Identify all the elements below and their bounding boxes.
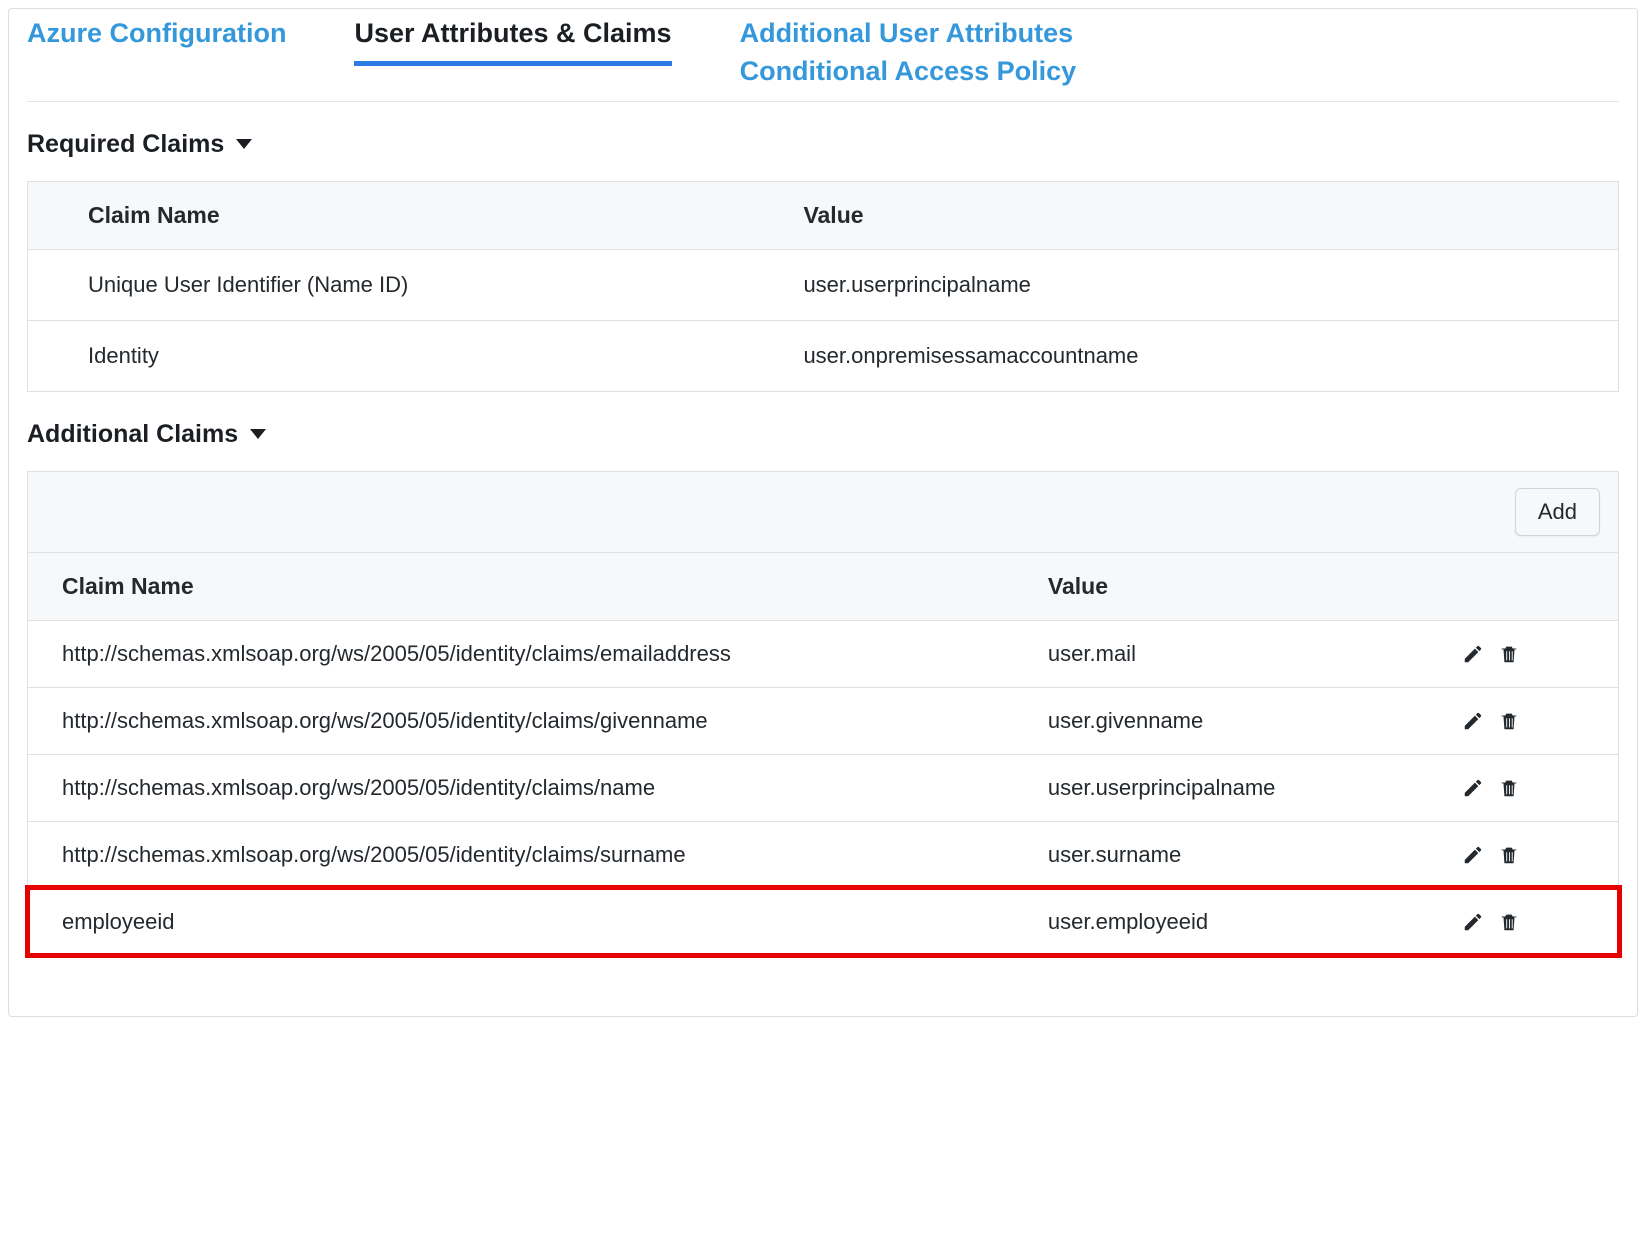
claim-value-cell: user.userprincipalname xyxy=(1014,754,1428,821)
table-row: http://schemas.xmlsoap.org/ws/2005/05/id… xyxy=(28,821,1619,888)
caret-down-icon xyxy=(250,429,266,439)
claim-name-cell: http://schemas.xmlsoap.org/ws/2005/05/id… xyxy=(28,620,1014,687)
column-header-value: Value xyxy=(1014,552,1428,620)
edit-icon[interactable] xyxy=(1462,643,1484,665)
required-claims-title: Required Claims xyxy=(27,130,224,159)
additional-claims-toolbar: Add xyxy=(27,471,1619,552)
edit-icon[interactable] xyxy=(1462,844,1484,866)
required-claims-header[interactable]: Required Claims xyxy=(27,130,1619,159)
claim-value-cell: user.employeeid xyxy=(1014,888,1428,955)
required-claims-table: Claim Name Value Unique User Identifier … xyxy=(27,181,1619,392)
table-header-row: Claim Name Value xyxy=(28,181,1619,249)
tab-additional-conditional[interactable]: Additional User Attributes Conditional A… xyxy=(740,15,1077,101)
table-row: Identity user.onpremisessamaccountname xyxy=(28,320,1619,391)
claim-name-cell: Identity xyxy=(28,320,744,391)
claim-name-cell: employeeid xyxy=(28,888,1014,955)
table-row: http://schemas.xmlsoap.org/ws/2005/05/id… xyxy=(28,620,1619,687)
column-header-claim-name: Claim Name xyxy=(28,181,744,249)
additional-claims-header[interactable]: Additional Claims xyxy=(27,420,1619,449)
table-header-row: Claim Name Value xyxy=(28,552,1619,620)
delete-icon[interactable] xyxy=(1498,710,1520,732)
config-panel: Azure Configuration User Attributes & Cl… xyxy=(8,8,1638,1017)
claim-name-cell: Unique User Identifier (Name ID) xyxy=(28,249,744,320)
tab-azure-configuration[interactable]: Azure Configuration xyxy=(27,15,286,63)
tab-conditional-access-policy-label: Conditional Access Policy xyxy=(740,53,1077,91)
claim-name-cell: http://schemas.xmlsoap.org/ws/2005/05/id… xyxy=(28,754,1014,821)
claim-value-cell: user.givenname xyxy=(1014,687,1428,754)
caret-down-icon xyxy=(236,139,252,149)
claim-value-cell: user.mail xyxy=(1014,620,1428,687)
column-header-actions xyxy=(1428,552,1619,620)
claim-name-cell: http://schemas.xmlsoap.org/ws/2005/05/id… xyxy=(28,687,1014,754)
edit-icon[interactable] xyxy=(1462,710,1484,732)
delete-icon[interactable] xyxy=(1498,643,1520,665)
additional-claims-table: Claim Name Value http://schemas.xmlsoap.… xyxy=(27,552,1619,956)
claim-name-cell: http://schemas.xmlsoap.org/ws/2005/05/id… xyxy=(28,821,1014,888)
tab-bar: Azure Configuration User Attributes & Cl… xyxy=(27,9,1619,102)
table-row: http://schemas.xmlsoap.org/ws/2005/05/id… xyxy=(28,754,1619,821)
claim-value-cell: user.onpremisessamaccountname xyxy=(743,320,1618,391)
edit-icon[interactable] xyxy=(1462,911,1484,933)
table-row: http://schemas.xmlsoap.org/ws/2005/05/id… xyxy=(28,687,1619,754)
add-button[interactable]: Add xyxy=(1515,488,1600,536)
table-row: Unique User Identifier (Name ID) user.us… xyxy=(28,249,1619,320)
delete-icon[interactable] xyxy=(1498,844,1520,866)
additional-claims-title: Additional Claims xyxy=(27,420,238,449)
tab-user-attributes-claims[interactable]: User Attributes & Claims xyxy=(354,15,671,66)
claim-value-cell: user.surname xyxy=(1014,821,1428,888)
edit-icon[interactable] xyxy=(1462,777,1484,799)
tab-additional-user-attributes-label: Additional User Attributes xyxy=(740,15,1077,53)
claim-value-cell: user.userprincipalname xyxy=(743,249,1618,320)
column-header-value: Value xyxy=(743,181,1618,249)
delete-icon[interactable] xyxy=(1498,911,1520,933)
table-row-highlighted: employeeid user.employeeid xyxy=(28,888,1619,955)
delete-icon[interactable] xyxy=(1498,777,1520,799)
column-header-claim-name: Claim Name xyxy=(28,552,1014,620)
